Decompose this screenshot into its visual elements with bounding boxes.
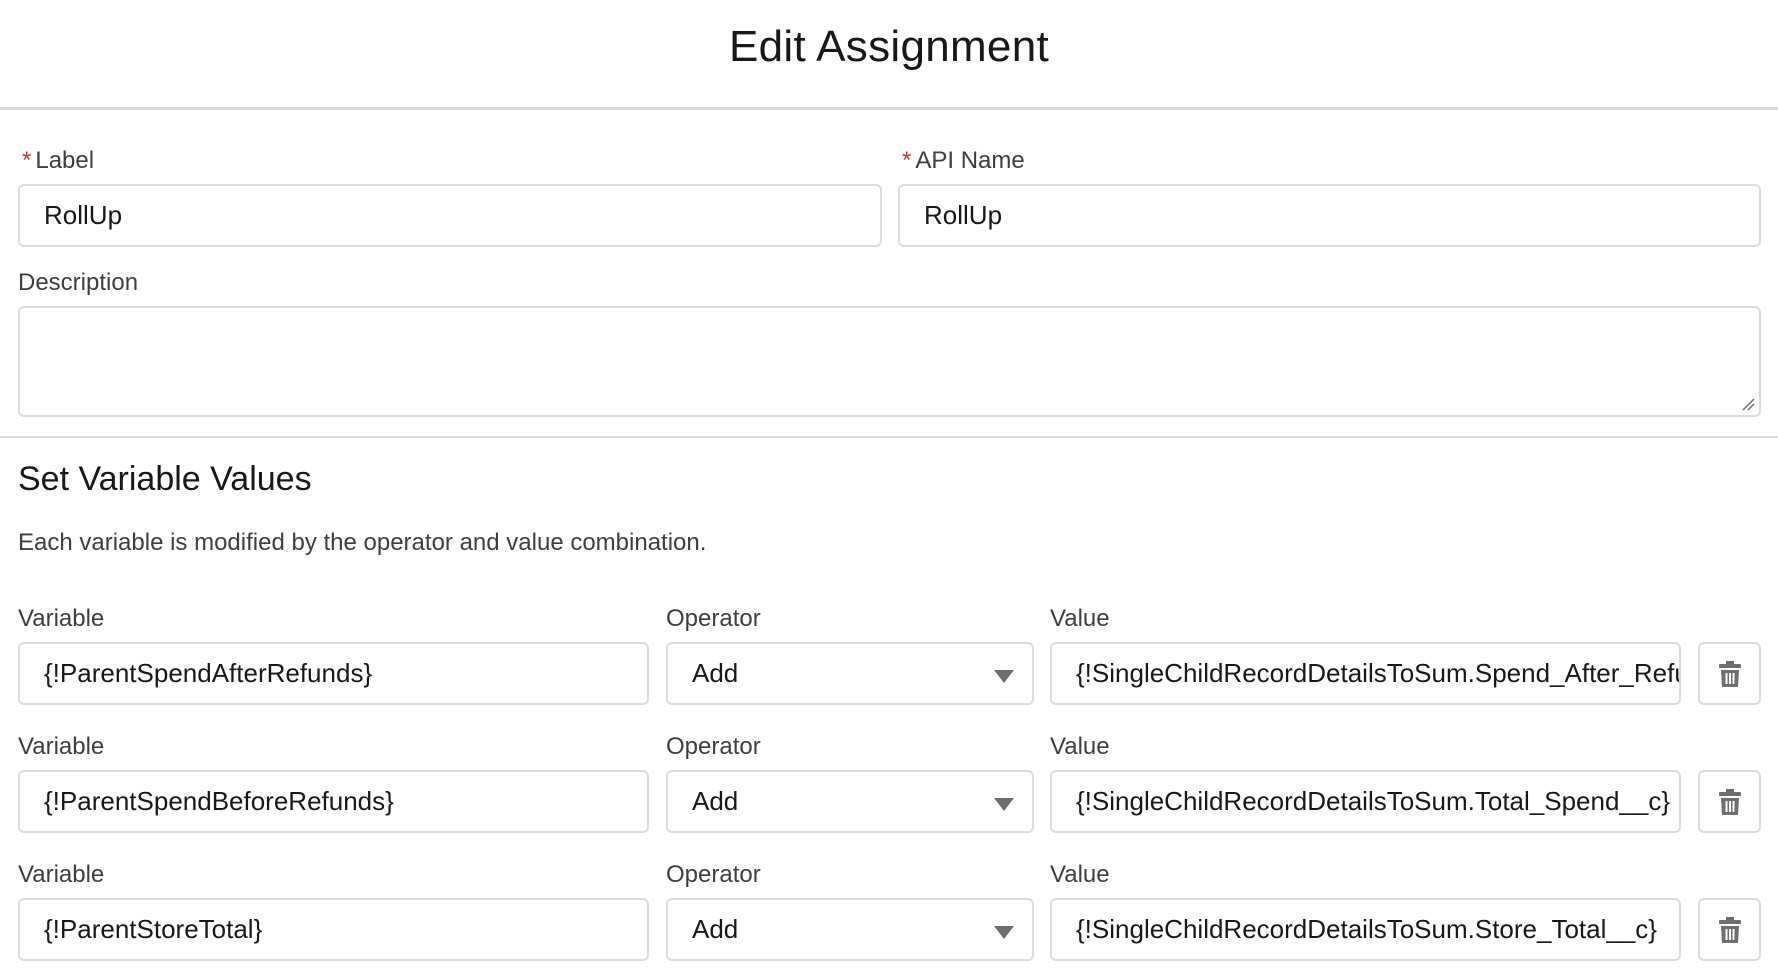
modal-title: Edit Assignment — [729, 22, 1049, 71]
trash-icon — [1718, 660, 1741, 687]
description-textarea[interactable] — [18, 306, 1761, 417]
operator-label: Operator — [666, 861, 761, 888]
delete-row-button[interactable] — [1698, 770, 1761, 833]
variable-label: Variable — [18, 861, 105, 888]
description-label: Description — [18, 269, 139, 296]
modal-header: Edit Assignment — [0, 0, 1778, 110]
operator-select-value: Add — [692, 786, 739, 816]
section-divider — [0, 436, 1778, 438]
operator-select-value: Add — [692, 658, 739, 688]
api-name-input[interactable]: RollUp — [898, 184, 1761, 247]
section-description: Each variable is modified by the operato… — [18, 529, 707, 556]
delete-row-button[interactable] — [1698, 642, 1761, 705]
delete-row-button[interactable] — [1698, 898, 1761, 961]
chevron-down-icon — [994, 926, 1014, 939]
trash-icon — [1718, 788, 1741, 815]
label-input[interactable]: RollUp — [18, 184, 882, 247]
operator-select[interactable]: Add — [666, 898, 1034, 961]
value-label: Value — [1050, 861, 1110, 888]
chevron-down-icon — [994, 670, 1014, 683]
variable-input[interactable]: {!ParentSpendAfterRefunds} — [18, 642, 649, 705]
value-input[interactable]: {!SingleChildRecordDetailsToSum.Store_To… — [1050, 898, 1681, 961]
variable-input[interactable]: {!ParentStoreTotal} — [18, 898, 649, 961]
required-marker: * — [902, 147, 912, 174]
resize-grip-icon[interactable] — [1741, 397, 1755, 411]
value-input[interactable]: {!SingleChildRecordDetailsToSum.Spend_Af… — [1050, 642, 1681, 705]
chevron-down-icon — [994, 798, 1014, 811]
variable-label: Variable — [18, 605, 105, 632]
value-input[interactable]: {!SingleChildRecordDetailsToSum.Total_Sp… — [1050, 770, 1681, 833]
api-name-field-label: * API Name — [902, 147, 1025, 174]
operator-select-value: Add — [692, 914, 739, 944]
value-label: Value — [1050, 733, 1110, 760]
required-marker: * — [22, 147, 32, 174]
section-title: Set Variable Values — [18, 460, 312, 498]
operator-label: Operator — [666, 605, 761, 632]
value-label: Value — [1050, 605, 1110, 632]
trash-icon — [1718, 916, 1741, 943]
variable-label: Variable — [18, 733, 105, 760]
operator-select[interactable]: Add — [666, 770, 1034, 833]
operator-select[interactable]: Add — [666, 642, 1034, 705]
variable-input[interactable]: {!ParentSpendBeforeRefunds} — [18, 770, 649, 833]
operator-label: Operator — [666, 733, 761, 760]
label-field-label: * Label — [22, 147, 95, 174]
